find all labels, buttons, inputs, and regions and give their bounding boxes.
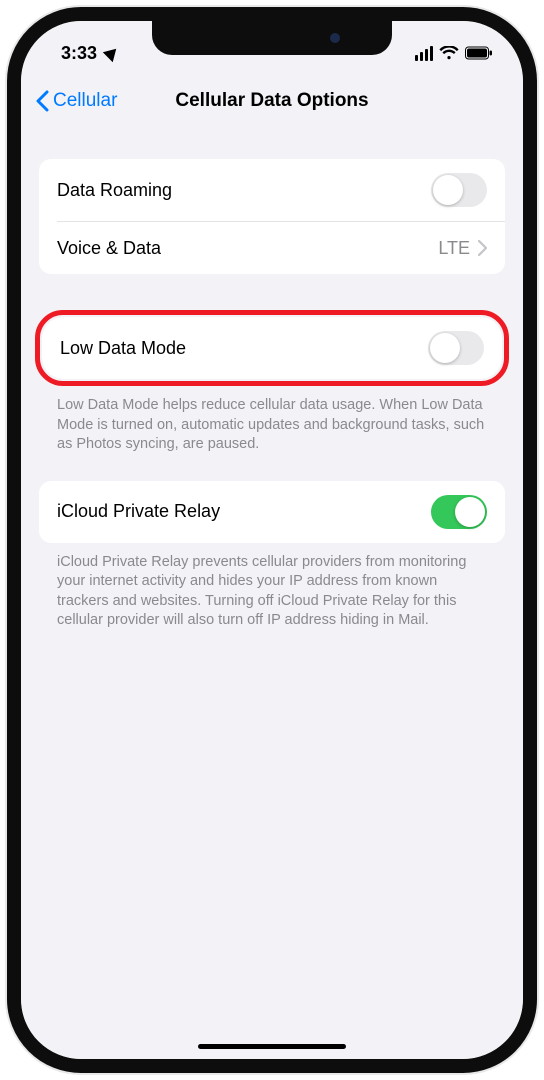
battery-icon	[465, 46, 493, 60]
data-roaming-toggle[interactable]	[431, 173, 487, 207]
status-left: 3:33	[61, 43, 119, 64]
group-network: Data Roaming Voice & Data LTE	[39, 159, 505, 274]
group-private-relay: iCloud Private Relay	[39, 481, 505, 543]
back-label: Cellular	[53, 90, 117, 112]
group-low-data: Low Data Mode	[42, 317, 502, 379]
voice-data-value-wrap: LTE	[438, 238, 487, 259]
volume-down-button	[7, 345, 9, 415]
screen: 3:33 Cellular	[21, 21, 523, 1059]
low-data-mode-toggle[interactable]	[428, 331, 484, 365]
phone-frame: 3:33 Cellular	[7, 7, 537, 1073]
volume-up-button	[7, 255, 9, 325]
annotation-highlight: Low Data Mode	[35, 310, 509, 386]
voice-data-value: LTE	[438, 238, 470, 259]
back-button[interactable]: Cellular	[35, 90, 117, 112]
low-data-mode-label: Low Data Mode	[60, 338, 186, 359]
chevron-right-icon	[478, 240, 487, 256]
content: Data Roaming Voice & Data LTE	[21, 127, 523, 657]
private-relay-toggle[interactable]	[431, 495, 487, 529]
low-data-footer: Low Data Mode helps reduce cellular data…	[39, 386, 505, 481]
wifi-icon	[439, 46, 459, 60]
voice-data-label: Voice & Data	[57, 238, 161, 259]
nav-bar: Cellular Cellular Data Options	[21, 75, 523, 127]
mute-switch	[7, 185, 9, 221]
notch	[152, 21, 392, 55]
home-indicator[interactable]	[198, 1044, 346, 1049]
data-roaming-row[interactable]: Data Roaming	[39, 159, 505, 221]
status-time: 3:33	[61, 43, 97, 64]
location-arrow-icon	[103, 44, 121, 62]
power-button	[535, 281, 537, 381]
low-data-mode-row[interactable]: Low Data Mode	[42, 317, 502, 379]
private-relay-row[interactable]: iCloud Private Relay	[39, 481, 505, 543]
private-relay-footer: iCloud Private Relay prevents cellular p…	[39, 543, 505, 657]
data-roaming-label: Data Roaming	[57, 180, 172, 201]
chevron-left-icon	[35, 90, 49, 112]
page-title: Cellular Data Options	[175, 90, 368, 112]
private-relay-label: iCloud Private Relay	[57, 501, 220, 522]
voice-data-row[interactable]: Voice & Data LTE	[39, 222, 505, 274]
cellular-signal-icon	[415, 46, 433, 61]
spacer	[39, 274, 505, 310]
status-right	[415, 46, 493, 61]
